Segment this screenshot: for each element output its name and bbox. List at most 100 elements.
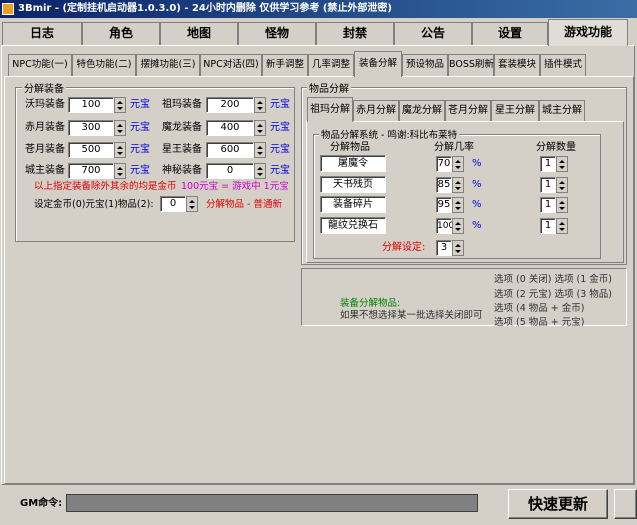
item-decompose-title: 物品分解 (307, 80, 351, 95)
col-item-header: 分解物品 (330, 142, 370, 153)
qty-input-4[interactable]: 1 (540, 218, 556, 234)
inner-tab-xingwang[interactable]: 星王分解 (491, 100, 539, 121)
label-shenmi: 神秘装备 (162, 165, 202, 176)
qty-input-2[interactable]: 1 (540, 177, 556, 193)
tab-settings[interactable]: 设置 (472, 22, 548, 45)
unit-molong: 元宝 (270, 122, 290, 133)
spinner-chiyue[interactable] (114, 120, 126, 136)
rate-spinner-4[interactable] (452, 218, 464, 234)
subtab-npc-talk-4[interactable]: NPC对话(四) (200, 54, 262, 76)
subtab-stall-3[interactable]: 摆摊功能(三) (136, 54, 200, 76)
label-xingwang: 星王装备 (162, 144, 202, 155)
gm-command-input[interactable] (66, 494, 478, 512)
option-line-4: 选项 (5 物品 + 元宝) (494, 317, 585, 328)
label-cangyue: 苍月装备 (25, 144, 65, 155)
item-name-3[interactable]: 装备碎片 (320, 196, 386, 213)
rate-unit-1: % (472, 158, 482, 169)
option-line-3: 选项 (4 物品 + 金币) (494, 303, 585, 314)
rate-unit-2: % (472, 179, 482, 190)
rate-unit-3: % (472, 199, 482, 210)
inner-tab-zuma[interactable]: 祖玛分解 (307, 97, 353, 122)
qty-spinner-3[interactable] (556, 197, 568, 213)
subtab-plugin-mode[interactable]: 插件模式 (540, 54, 586, 76)
tab-game-functions[interactable]: 游戏功能 (548, 19, 628, 46)
hint-text: 如果不想选择某一批选择关闭即可 (340, 310, 483, 321)
qty-spinner-1[interactable] (556, 156, 568, 172)
rate-input-4[interactable]: 100 (436, 218, 454, 234)
spinner-molong[interactable] (254, 120, 266, 136)
mode-result: 分解物品 - 普通新 (206, 199, 282, 210)
subtab-feature-2[interactable]: 特色功能(二) (72, 54, 136, 76)
note-rate: 100元宝 = 游戏中 1元宝 (181, 181, 289, 192)
inner-tab-chengzhu[interactable]: 城主分解 (539, 100, 585, 121)
unit-chengzhu: 元宝 (130, 165, 150, 176)
qty-spinner-4[interactable] (556, 218, 568, 234)
window-title: 3Bmir - (定制挂机启动器1.0.3.0) - 24小时内删除 仅供学习参… (18, 3, 392, 14)
rate-spinner-3[interactable] (452, 197, 464, 213)
item-system-title: 物品分解系统 - 鸣谢:科比布莱特 (319, 127, 460, 141)
spinner-zuma[interactable] (254, 97, 266, 113)
item-name-4[interactable]: 龍纹兑换石 (320, 217, 386, 234)
quick-update-button[interactable]: 快速更新 (508, 489, 608, 519)
subtab-boss-refresh[interactable]: BOSS刷新 (448, 54, 494, 76)
tab-announce[interactable]: 公告 (394, 22, 472, 45)
spinner-woma[interactable] (114, 97, 126, 113)
spinner-xingwang[interactable] (254, 142, 266, 158)
subtab-newbie[interactable]: 新手调整 (262, 54, 308, 76)
option-line-2: 选项 (2 元宝) 选项 (3 物品) (494, 289, 613, 300)
col-qty-header: 分解数量 (536, 142, 576, 153)
rate-input-3[interactable]: 95 (436, 197, 452, 213)
label-chiyue: 赤月装备 (25, 122, 65, 133)
extra-button[interactable] (614, 489, 637, 519)
label-zuma: 祖玛装备 (162, 99, 202, 110)
tab-monster[interactable]: 怪物 (238, 22, 316, 45)
decompose-setting-spinner[interactable] (452, 240, 464, 256)
input-xingwang[interactable]: 600 (206, 142, 254, 158)
input-cangyue[interactable]: 500 (68, 142, 114, 158)
spinner-shenmi[interactable] (254, 163, 266, 179)
spinner-cangyue[interactable] (114, 142, 126, 158)
option-line-1: 选项 (0 关闭) 选项 (1 金币) (494, 274, 613, 285)
unit-xingwang: 元宝 (270, 144, 290, 155)
rate-spinner-2[interactable] (452, 177, 464, 193)
inner-tab-molong[interactable]: 魔龙分解 (399, 100, 445, 121)
input-molong[interactable]: 400 (206, 120, 254, 136)
app-icon (2, 3, 14, 15)
input-zuma[interactable]: 200 (206, 97, 254, 113)
tab-ban[interactable]: 封禁 (316, 22, 394, 45)
subtab-preset-items[interactable]: 预设物品 (402, 54, 448, 76)
rate-input-1[interactable]: 70 (436, 156, 452, 172)
input-mode-setting[interactable]: 0 (160, 196, 186, 212)
tab-log[interactable]: 日志 (2, 22, 82, 45)
input-woma[interactable]: 100 (68, 97, 114, 113)
input-shenmi[interactable]: 0 (206, 163, 254, 179)
qty-input-3[interactable]: 1 (540, 197, 556, 213)
decompose-equip-title: 分解装备 (22, 80, 66, 95)
subtab-set-module[interactable]: 套装模块 (494, 54, 540, 76)
tab-character[interactable]: 角色 (82, 22, 160, 45)
label-molong: 魔龙装备 (162, 122, 202, 133)
unit-zuma: 元宝 (270, 99, 290, 110)
item-name-2[interactable]: 天书残页 (320, 176, 386, 193)
subtab-probability[interactable]: 几率调整 (308, 54, 354, 76)
gm-command-label: GM命令: (20, 498, 63, 509)
decompose-setting-input[interactable]: 3 (436, 240, 452, 256)
subtab-equip-decompose[interactable]: 装备分解 (354, 51, 402, 77)
unit-shenmi: 元宝 (270, 165, 290, 176)
rate-spinner-1[interactable] (452, 156, 464, 172)
inner-tab-chiyue[interactable]: 赤月分解 (353, 100, 399, 121)
spinner-chengzhu[interactable] (114, 163, 126, 179)
qty-input-1[interactable]: 1 (540, 156, 556, 172)
note-gold: 以上指定装备除外其余的均是金币 (34, 181, 177, 192)
subtab-npc-1[interactable]: NPC功能(一) (8, 54, 72, 76)
title-bar: 3Bmir - (定制挂机启动器1.0.3.0) - 24小时内删除 仅供学习参… (0, 0, 637, 18)
qty-spinner-2[interactable] (556, 177, 568, 193)
item-name-1[interactable]: 屠魔令 (320, 155, 386, 172)
input-chiyue[interactable]: 300 (68, 120, 114, 136)
tab-map[interactable]: 地图 (160, 22, 238, 45)
spinner-mode-setting[interactable] (186, 196, 198, 212)
input-chengzhu[interactable]: 700 (68, 163, 114, 179)
inner-tab-cangyue[interactable]: 苍月分解 (445, 100, 491, 121)
rate-input-2[interactable]: 85 (436, 177, 452, 193)
decompose-setting-label: 分解设定: (382, 242, 426, 253)
